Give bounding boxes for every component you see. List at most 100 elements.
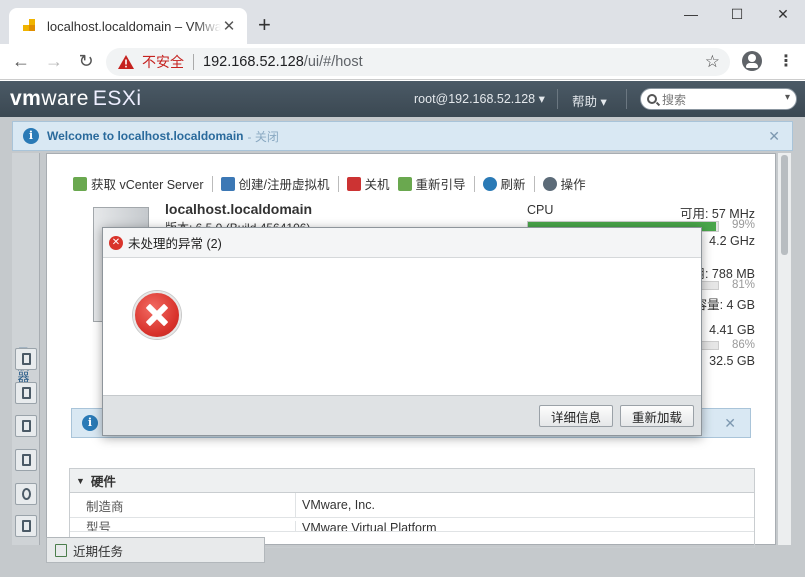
browser-toolbar: ← → ↻ 不安全 192.168.52.128/ui/#/host ☆ ⋮	[0, 44, 805, 80]
tab-close-icon[interactable]: ✕	[221, 17, 237, 35]
user-menu[interactable]: root@192.168.52.128 ▾	[414, 91, 545, 106]
reload-button[interactable]: 重新加载	[620, 405, 694, 427]
bookmark-star-icon[interactable]: ☆	[705, 52, 720, 72]
scrollbar-thumb[interactable]	[781, 155, 788, 255]
logo-product: ESXi	[92, 87, 142, 110]
hardware-value: VMware, Inc.	[302, 498, 375, 512]
dialog-title: 未处理的异常 (2)	[128, 237, 222, 251]
logo-vm: vm	[10, 87, 42, 110]
vmware-esxi-logo: vmware ESXi	[10, 87, 142, 111]
tab-title: localhost.localdomain – VMware ESXi	[47, 18, 221, 34]
more-icon[interactable]	[15, 515, 37, 537]
url-host: 192.168.52.128	[203, 54, 304, 70]
action-label: 操作	[560, 178, 586, 192]
search-dropdown-icon[interactable]: ▾	[785, 92, 790, 103]
back-icon[interactable]: ←	[9, 51, 33, 71]
welcome-text: Welcome to localhost.localdomain	[47, 129, 244, 143]
action-divider	[211, 175, 213, 192]
dialog-header: ✕ 未处理的异常 (2)	[103, 228, 701, 258]
reboot-button[interactable]: 重新引导	[397, 174, 466, 193]
network-icon[interactable]	[15, 449, 37, 471]
maximize-icon[interactable]: ☐	[714, 6, 760, 23]
vm-icon[interactable]	[15, 382, 37, 404]
storage-percent: 86%	[731, 339, 755, 351]
browser-menu-icon[interactable]: ⋮	[778, 54, 794, 70]
reload-icon[interactable]: ↻	[74, 51, 98, 71]
window-close-icon[interactable]: ✕	[760, 6, 805, 23]
hardware-title: 硬件	[90, 475, 116, 489]
notice-close-icon[interactable]: ✕	[724, 415, 736, 432]
shutdown-button[interactable]: 关机	[346, 174, 390, 193]
gear-icon	[542, 176, 557, 191]
new-tab-button[interactable]: +	[258, 14, 271, 36]
help-menu[interactable]: 帮助 ▾	[572, 91, 607, 110]
action-divider	[473, 175, 475, 192]
welcome-banner: i Welcome to localhost.localdomain - 关闭 …	[12, 121, 793, 151]
actions-menu-button[interactable]: 操作	[542, 174, 586, 193]
search-placeholder: 搜索	[662, 92, 687, 107]
cpu-percent: 99%	[731, 219, 755, 231]
action-label: 刷新	[500, 178, 526, 192]
hardware-panel: ▼ 硬件 制造商 VMware, Inc. 型号 VMware Virtual P…	[69, 468, 755, 548]
table-row: 型号 VMware Virtual Platform	[70, 518, 754, 532]
browser-tab[interactable]: localhost.localdomain – VMware ESXi ✕	[9, 8, 247, 44]
action-label: 重新引导	[415, 178, 466, 192]
storage-icon[interactable]	[15, 415, 37, 437]
header-divider	[557, 89, 558, 109]
vcenter-icon	[73, 176, 87, 191]
hardware-key: 制造商	[70, 493, 296, 517]
warning-icon	[118, 55, 134, 69]
tasks-icon	[55, 543, 67, 557]
storage-free: 4.41 GB	[709, 323, 755, 337]
action-divider	[533, 175, 535, 192]
create-vm-icon	[220, 176, 235, 191]
address-bar[interactable]: 不安全 192.168.52.128/ui/#/host ☆	[106, 48, 730, 76]
host-title: localhost.localdomain	[165, 201, 313, 217]
details-button[interactable]: 详细信息	[539, 405, 613, 427]
info-icon: i	[23, 128, 39, 144]
get-vcenter-button[interactable]: 获取 vCenter Server	[73, 174, 204, 193]
create-vm-button[interactable]: 创建/注册虚拟机	[220, 174, 330, 193]
refresh-icon	[482, 176, 497, 191]
omnibox-divider	[193, 54, 194, 70]
shutdown-icon	[346, 176, 361, 191]
cpu-capacity: 4.2 GHz	[709, 234, 755, 248]
table-row: 制造商 VMware, Inc.	[70, 493, 754, 518]
welcome-close-link[interactable]: - 关闭	[247, 128, 278, 145]
error-icon	[133, 291, 181, 339]
hardware-value: VMware Virtual Platform	[302, 521, 437, 532]
memory-capacity: 容量: 4 GB	[694, 298, 755, 312]
search-icon	[647, 94, 657, 104]
account-icon[interactable]	[742, 51, 762, 71]
host-action-bar: 获取 vCenter Server 创建/注册虚拟机 关机 重新引导 刷新 操作	[73, 174, 594, 193]
action-label: 获取 vCenter Server	[91, 178, 204, 192]
host-icon[interactable]	[15, 348, 37, 370]
info-icon: i	[82, 415, 98, 431]
header-divider	[626, 89, 627, 109]
forward-icon[interactable]: →	[42, 51, 66, 71]
unhandled-exception-dialog: ✕ 未处理的异常 (2) 详细信息 重新加载	[102, 227, 702, 436]
recent-tasks-label: 近期任务	[73, 544, 124, 559]
refresh-button[interactable]: 刷新	[482, 174, 526, 193]
action-divider	[337, 175, 339, 192]
hardware-key: 型号	[70, 521, 296, 531]
minimize-icon[interactable]: —	[668, 6, 714, 22]
collapse-triangle-icon: ▼	[76, 475, 85, 486]
browser-tabstrip: localhost.localdomain – VMware ESXi ✕ + …	[0, 0, 805, 44]
vmware-favicon-icon	[23, 19, 37, 33]
recent-tasks-button[interactable]: 近期任务	[46, 537, 265, 563]
error-small-icon: ✕	[109, 235, 123, 250]
memory-percent: 81%	[731, 279, 755, 291]
security-label[interactable]: 不安全	[142, 52, 184, 72]
url-text[interactable]: 192.168.52.128/ui/#/host	[203, 54, 363, 70]
navigator-rail: 导航器	[12, 153, 40, 545]
dialog-footer: 详细信息 重新加载	[103, 395, 701, 435]
storage-capacity: 32.5 GB	[709, 354, 755, 368]
reboot-icon	[397, 176, 412, 191]
hardware-header[interactable]: ▼ 硬件	[70, 469, 754, 493]
welcome-close-icon[interactable]: ✕	[768, 128, 780, 145]
action-label: 关机	[364, 178, 390, 192]
monitor-icon[interactable]	[15, 483, 37, 505]
cpu-label: CPU	[527, 203, 554, 217]
search-input[interactable]: 搜索 ▾	[640, 88, 797, 110]
